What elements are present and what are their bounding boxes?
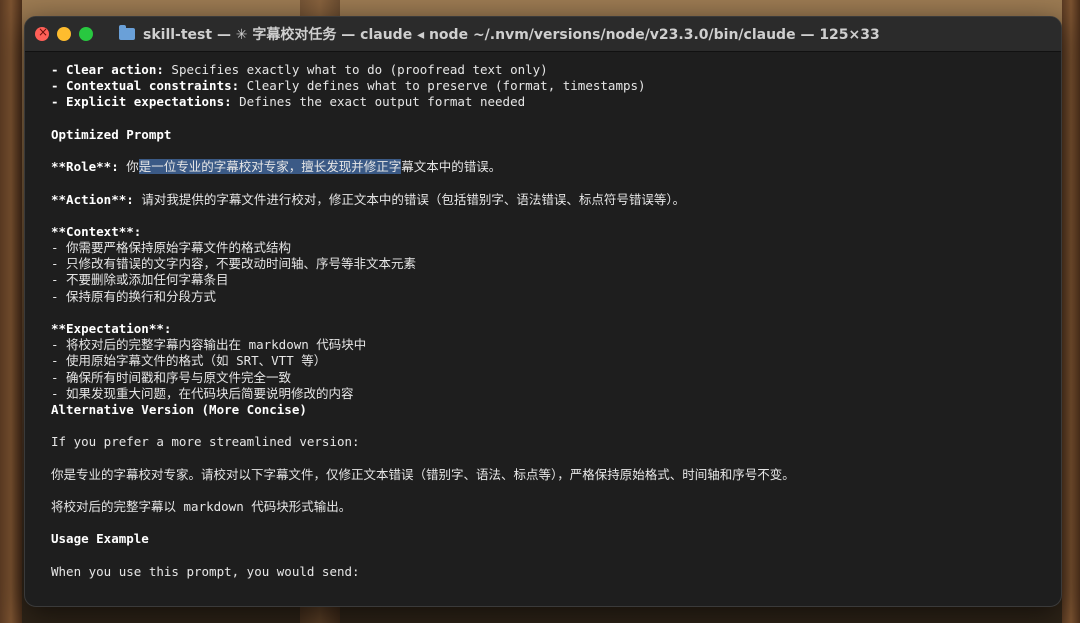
folder-icon xyxy=(119,25,135,40)
output-line: **Action**: 请对我提供的字幕文件进行校对，修正文本中的错误（包括错别… xyxy=(51,191,686,207)
minimize-button[interactable] xyxy=(57,27,71,41)
output-line: - 不要删除或添加任何字幕条目 xyxy=(51,272,229,288)
output-line: - 只修改有错误的文字内容，不要改动时间轴、序号等非文本元素 xyxy=(51,256,417,272)
zoom-button[interactable] xyxy=(79,27,93,41)
output-line: - 确保所有时间戳和序号与原文件完全一致 xyxy=(51,369,292,385)
output-line: - Clear action: Specifies exactly what t… xyxy=(51,62,548,77)
output-line: When you use this prompt, you would send… xyxy=(51,563,360,579)
output-line: - Explicit expectations: Defines the exa… xyxy=(51,94,526,110)
title-bar[interactable]: skill-test — ✳ 字幕校对任务 — claude ◂ node ~/… xyxy=(25,17,1061,52)
background-tree xyxy=(0,0,22,623)
terminal-output[interactable]: - Clear action: Specifies exactly what t… xyxy=(25,52,1061,580)
output-line: - 如果发现重大问题，在代码块后简要说明修改的内容 xyxy=(51,385,354,401)
window-title: skill-test — ✳ 字幕校对任务 — claude ◂ node ~/… xyxy=(143,27,880,43)
output-line: 你是专业的字幕校对专家。请校对以下字幕文件，仅修正文本错误（错别字、语法、标点等… xyxy=(51,466,795,482)
section-heading: Optimized Prompt xyxy=(51,126,172,142)
terminal-window: skill-test — ✳ 字幕校对任务 — claude ◂ node ~/… xyxy=(24,16,1062,607)
output-line: - 保持原有的换行和分段方式 xyxy=(51,288,217,304)
background-tree xyxy=(1062,0,1080,623)
output-line: - 将校对后的完整字幕内容输出在 markdown 代码块中 xyxy=(51,337,367,353)
section-heading: Usage Example xyxy=(51,531,149,547)
close-button[interactable] xyxy=(35,25,49,41)
section-heading: **Expectation**: xyxy=(51,321,172,336)
section-heading: **Context**: xyxy=(51,223,142,239)
output-line: - 你需要严格保持原始字幕文件的格式结构 xyxy=(51,240,292,256)
text-selection[interactable]: 是一位专业的字幕校对专家，擅长发现并修正字 xyxy=(138,159,402,175)
output-line: - 使用原始字幕文件的格式（如 SRT、VTT 等） xyxy=(51,353,327,369)
window-controls xyxy=(35,25,93,41)
output-line: - Contextual constraints: Clearly define… xyxy=(51,78,646,94)
output-line: **Role**: 你是一位专业的字幕校对专家，擅长发现并修正字幕文本中的错误。 xyxy=(51,159,502,175)
output-line: 将校对后的完整字幕以 markdown 代码块形式输出。 xyxy=(51,499,352,515)
window-title-area: skill-test — ✳ 字幕校对任务 — claude ◂ node ~/… xyxy=(119,17,1061,51)
section-heading: Alternative Version (More Concise) xyxy=(51,401,307,417)
output-line: If you prefer a more streamlined version… xyxy=(51,434,360,450)
